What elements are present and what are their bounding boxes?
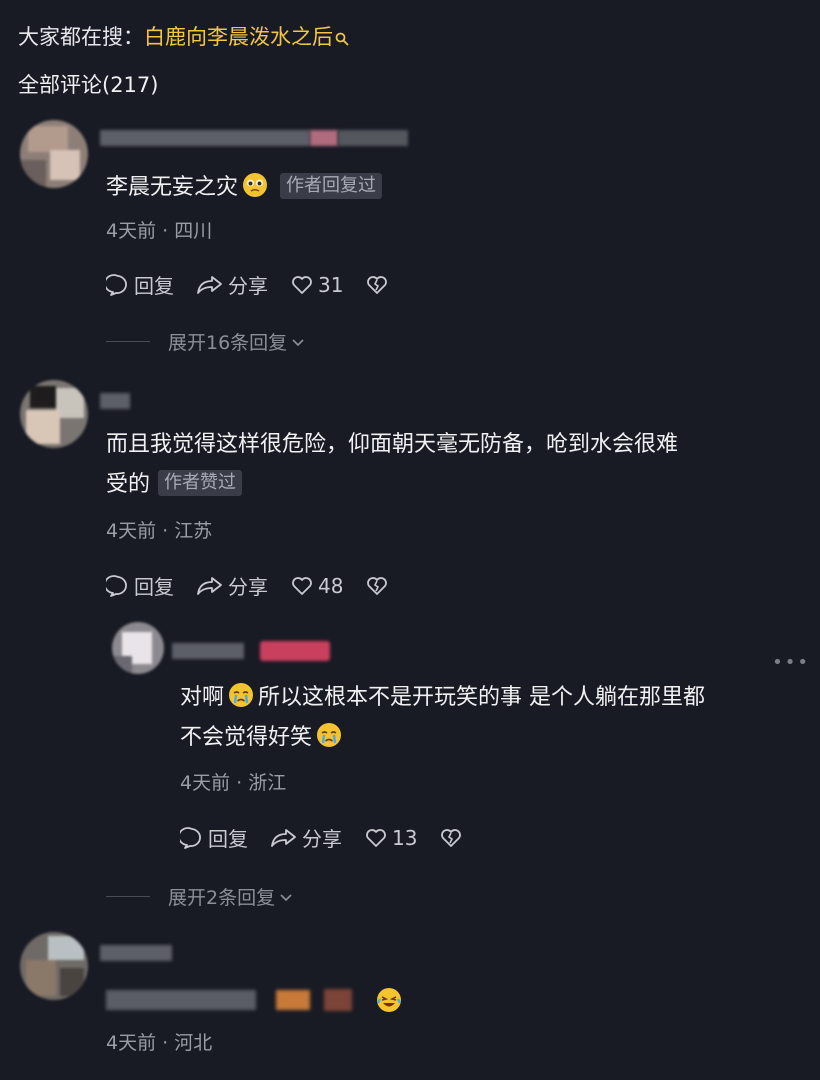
like-count: 31 [318,272,344,297]
username-blurred[interactable] [100,942,176,964]
avatar[interactable] [20,932,88,1000]
dislike-button[interactable] [365,273,393,297]
share-button[interactable]: 分享 [196,270,268,299]
comment-actions: 回复 分享 13 [180,823,489,852]
comment-text-blurred [106,980,406,1020]
share-icon [271,828,296,847]
like-count: 13 [392,825,418,850]
comment-meta: 4天前 · 四川 [106,220,213,242]
comment-meta: 4天前 · 河北 [106,1032,213,1054]
laughing-tears-emoji [376,988,402,1012]
share-button[interactable]: 分享 [196,571,268,600]
expand-replies-button[interactable]: 展开16条回复 [106,328,306,355]
search-icon[interactable] [335,24,349,54]
trending-topic[interactable]: 白鹿向李晨泼水之后 [144,25,333,49]
divider [106,341,150,342]
crying-face-emoji [317,723,342,747]
like-button[interactable]: 13 [364,826,417,850]
comment-actions: 回复 分享 48 [106,571,415,600]
username-blurred[interactable] [100,127,418,149]
dislike-button[interactable] [365,574,393,598]
reply-icon [106,273,127,296]
comment-text: 而且我觉得这样很危险，仰面朝天毫无防备，呛到水会很难 受的 作者赞过 [106,432,679,497]
broken-heart-icon [441,828,462,847]
pleading-face-emoji [243,173,268,197]
comments-count-title: 全部评论(217) [18,73,159,97]
like-button[interactable]: 31 [290,273,343,297]
avatar[interactable] [112,622,164,674]
avatar[interactable] [20,120,88,188]
dislike-button[interactable] [439,826,467,850]
comment-meta: 4天前 · 浙江 [180,772,287,794]
heart-icon [292,576,312,595]
comment-text: 李晨无妄之灾 作者回复过 [106,168,383,208]
like-count: 48 [318,573,344,598]
heart-icon [366,828,386,847]
trending-prefix: 大家都在搜： [18,25,144,49]
reply-button[interactable]: 回复 [106,270,174,299]
username-blurred[interactable] [100,390,134,412]
trending-search[interactable]: 大家都在搜：白鹿向李晨泼水之后 [18,22,349,54]
comment-actions: 回复 分享 31 [106,270,415,299]
comment-meta: 4天前 · 江苏 [106,520,213,542]
chevron-down-icon [280,893,292,901]
like-button[interactable]: 48 [290,574,343,598]
author-liked-badge: 作者赞过 [158,470,243,496]
author-replied-badge: 作者回复过 [280,173,383,199]
share-button[interactable]: 分享 [270,823,342,852]
broken-heart-icon [367,275,388,294]
username-blurred[interactable] [172,640,332,662]
comment-text: 对啊 所以这根本不是开玩笑的事 是个人躺在那里都 不会觉得好笑 [180,678,812,758]
chevron-down-icon [292,338,304,346]
share-icon [197,576,222,595]
reply-icon [106,574,127,597]
share-icon [197,275,222,294]
more-options-button[interactable]: ••• [772,652,810,673]
broken-heart-icon [367,576,388,595]
expand-replies-button[interactable]: 展开2条回复 [106,883,294,910]
reply-button[interactable]: 回复 [106,571,174,600]
reply-button[interactable]: 回复 [180,823,248,852]
avatar[interactable] [20,380,88,448]
divider [106,896,150,897]
crying-face-emoji [229,683,254,707]
heart-icon [292,275,312,294]
reply-icon [180,826,201,849]
